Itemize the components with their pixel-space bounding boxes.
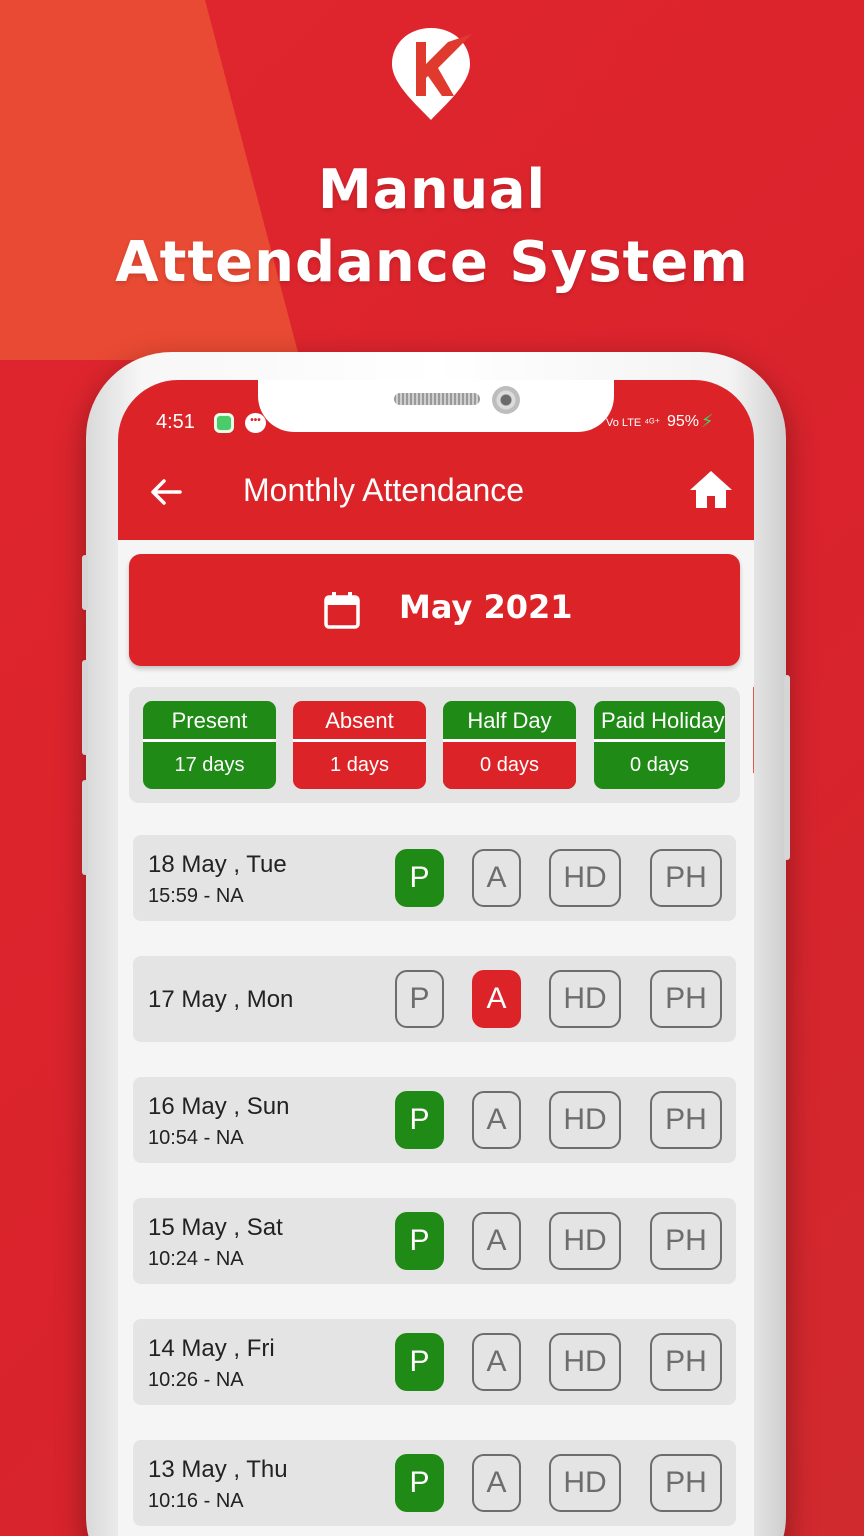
summary-label: Half Day xyxy=(467,708,552,733)
summary-half-day: Half Day 0 days xyxy=(443,701,576,789)
home-icon[interactable] xyxy=(688,468,734,510)
attendance-row: 15 May , Sat 10:24 - NA P A HD PH xyxy=(133,1198,736,1284)
attendance-row: 13 May , Thu 10:16 - NA P A HD PH xyxy=(133,1440,736,1526)
paid-holiday-toggle[interactable]: PH xyxy=(650,1091,722,1149)
app-logo xyxy=(392,28,472,120)
attendance-row: 14 May , Fri 10:26 - NA P A HD PH xyxy=(133,1319,736,1405)
attendance-row: 16 May , Sun 10:54 - NA P A HD PH xyxy=(133,1077,736,1163)
headline-line-2: Attendance System xyxy=(115,230,749,295)
summary-value: 0 days xyxy=(443,742,576,789)
absent-toggle[interactable]: A xyxy=(472,1454,521,1512)
page-title: Monthly Attendance xyxy=(243,472,525,508)
present-toggle[interactable]: P xyxy=(395,970,444,1028)
paid-holiday-toggle[interactable]: PH xyxy=(650,970,722,1028)
month-label: May 2021 xyxy=(399,588,573,626)
row-date: 15 May , Sat xyxy=(148,1214,283,1241)
summary-value: 0 days xyxy=(630,754,689,776)
calendar-icon xyxy=(324,592,360,629)
phone-side-button xyxy=(82,780,88,875)
row-time: 10:16 - NA xyxy=(148,1490,244,1512)
half-day-toggle[interactable]: HD xyxy=(549,849,621,907)
attendance-summary: Present 17 days Absent 1 days Half Day 0… xyxy=(129,687,740,803)
month-selector-button[interactable]: May 2021 xyxy=(129,554,740,666)
attendance-row: 17 May , Mon P A HD PH xyxy=(133,956,736,1042)
present-toggle[interactable]: P xyxy=(395,1454,444,1512)
row-time: 10:24 - NA xyxy=(148,1248,244,1270)
paid-holiday-toggle[interactable]: PH xyxy=(650,1212,722,1270)
paid-holiday-toggle[interactable]: PH xyxy=(650,849,722,907)
half-day-toggle[interactable]: HD xyxy=(549,1454,621,1512)
charging-icon: ⚡ xyxy=(701,411,714,431)
absent-toggle[interactable]: A xyxy=(472,1333,521,1391)
summary-value: 1 days xyxy=(330,754,389,776)
absent-toggle[interactable]: A xyxy=(472,1091,521,1149)
summary-paid-holiday: Paid Holiday 0 days xyxy=(594,701,725,789)
summary-label: Present xyxy=(171,708,248,733)
row-time: 10:54 - NA xyxy=(148,1127,244,1149)
paid-holiday-toggle[interactable]: PH xyxy=(650,1454,722,1512)
half-day-toggle[interactable]: HD xyxy=(549,1091,621,1149)
network-indicator: Vo LTE ⁴ᴳ⁺ xyxy=(606,416,660,429)
row-date: 18 May , Tue xyxy=(148,851,287,878)
absent-toggle[interactable]: A xyxy=(472,1212,521,1270)
row-date: 17 May , Mon xyxy=(148,986,294,1013)
chat-app-icon xyxy=(214,413,234,433)
phone-power-button xyxy=(784,675,790,860)
back-arrow-icon[interactable] xyxy=(146,472,186,512)
summary-label: Paid Holiday xyxy=(601,708,725,733)
present-toggle[interactable]: P xyxy=(395,1091,444,1149)
present-toggle[interactable]: P xyxy=(395,1212,444,1270)
scrollbar[interactable] xyxy=(753,687,754,773)
row-time: 15:59 - NA xyxy=(148,885,244,907)
half-day-toggle[interactable]: HD xyxy=(549,1212,621,1270)
headline-line-1: Manual xyxy=(317,158,546,221)
half-day-toggle[interactable]: HD xyxy=(549,970,621,1028)
row-date: 16 May , Sun xyxy=(148,1093,290,1120)
battery-level: 95% xyxy=(667,413,700,430)
row-time: 10:26 - NA xyxy=(148,1369,244,1391)
summary-value: 17 days xyxy=(174,754,245,776)
app-screen: 4:51 ••• Vo LTE ⁴ᴳ⁺ 95% ⚡ Monthly Attend… xyxy=(118,380,754,1536)
phone-side-button xyxy=(82,555,88,610)
attendance-row: 18 May , Tue 15:59 - NA P A HD PH xyxy=(133,835,736,921)
row-date: 13 May , Thu xyxy=(148,1456,288,1483)
phone-speaker xyxy=(394,393,480,405)
status-time: 4:51 xyxy=(156,411,195,433)
present-toggle[interactable]: P xyxy=(395,1333,444,1391)
network-text: Vo LTE ⁴ᴳ⁺ xyxy=(606,417,661,429)
phone-notch xyxy=(258,380,614,432)
row-date: 14 May , Fri xyxy=(148,1335,275,1362)
absent-toggle[interactable]: A xyxy=(472,970,521,1028)
summary-label: Absent xyxy=(325,708,394,733)
paid-holiday-toggle[interactable]: PH xyxy=(650,1333,722,1391)
summary-absent: Absent 1 days xyxy=(293,701,426,789)
summary-present: Present 17 days xyxy=(143,701,276,789)
phone-camera xyxy=(492,386,520,414)
phone-side-button xyxy=(82,660,88,755)
present-toggle[interactable]: P xyxy=(395,849,444,907)
absent-toggle[interactable]: A xyxy=(472,849,521,907)
half-day-toggle[interactable]: HD xyxy=(549,1333,621,1391)
message-icon: ••• xyxy=(245,413,266,433)
